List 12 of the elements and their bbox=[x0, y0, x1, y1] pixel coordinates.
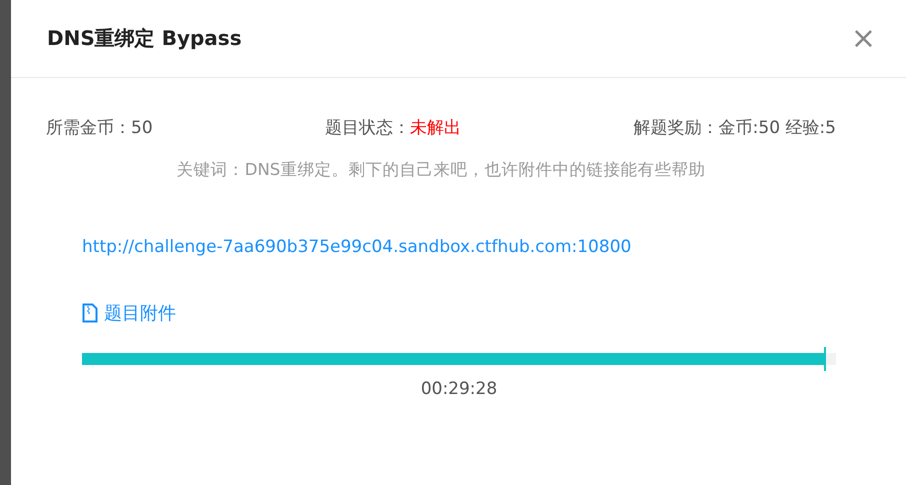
info-item: 解题奖励：金币:50 经验:5 bbox=[634, 117, 836, 139]
attachment-link[interactable]: 题目附件 bbox=[82, 301, 176, 325]
timer-marker bbox=[824, 347, 826, 371]
timer-reading: 00:29:28 bbox=[420, 379, 498, 399]
keywords-text: 关键词：DNS重绑定。剩下的自己来吧，也许附件中的链接能有些帮助 bbox=[176, 159, 706, 181]
info-item: 所需金币：50 bbox=[46, 117, 153, 139]
timer-track-end bbox=[826, 353, 836, 365]
close-button[interactable]: × bbox=[846, 24, 880, 54]
info-item: 题目状态：未解出 bbox=[325, 117, 462, 139]
zip-file-icon bbox=[82, 303, 98, 323]
challenge-link[interactable]: http://challenge-7aa690b375e99c04.sandbox.ctfhub.com:10800 bbox=[82, 237, 632, 257]
dialog-title: DNS重绑定 Bypass bbox=[47, 25, 242, 52]
